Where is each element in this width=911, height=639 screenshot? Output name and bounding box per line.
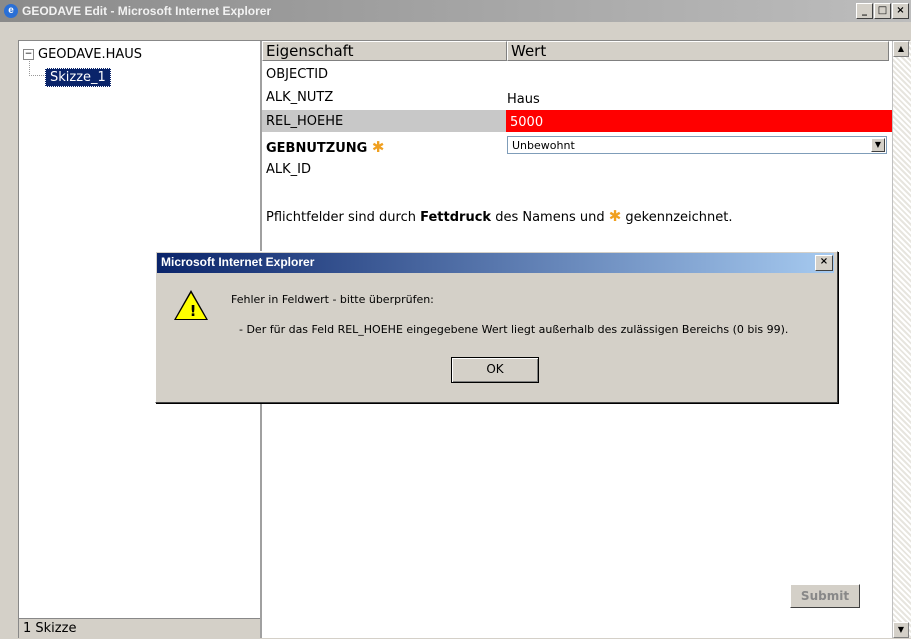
tree-root[interactable]: − GEODAVE.HAUS [23, 47, 142, 62]
tree-root-label: GEODAVE.HAUS [38, 47, 143, 62]
field-name-required: GEBNUTZUNG ✱ [266, 138, 385, 156]
tree-item-skizze[interactable]: Skizze_1 [45, 68, 111, 87]
ok-button[interactable]: OK [451, 357, 539, 383]
scroll-down-icon[interactable]: ▼ [893, 622, 909, 638]
collapse-icon[interactable]: − [23, 49, 34, 60]
dialog-close-button[interactable]: × [815, 255, 833, 271]
scroll-up-icon[interactable]: ▲ [893, 41, 909, 57]
status-bar: 1 Skizze [19, 618, 260, 638]
field-value[interactable]: Haus [507, 92, 540, 107]
required-note: Pflichtfelder sind durch Fettdruck des N… [266, 207, 733, 225]
field-name: OBJECTID [266, 67, 329, 82]
close-button[interactable]: × [892, 3, 909, 19]
required-star-icon: ✱ [371, 138, 385, 156]
submit-button[interactable]: Submit [790, 584, 860, 608]
field-name: ALK_ID [266, 162, 312, 177]
maximize-button[interactable]: □ [874, 3, 891, 19]
dialog-message-detail: - Der für das Feld REL_HOEHE eingegebene… [239, 323, 789, 336]
minimize-button[interactable]: _ [856, 3, 873, 19]
header-property[interactable]: Eigenschaft [262, 41, 507, 61]
header-value[interactable]: Wert [507, 41, 889, 61]
table-row: ALK_ID [262, 158, 892, 180]
table-row: OBJECTID [262, 63, 892, 85]
window-titlebar: e GEODAVE Edit - Microsoft Internet Expl… [0, 0, 911, 22]
table-row: 5000 [262, 110, 892, 132]
error-value-field[interactable]: 5000 [506, 110, 892, 132]
alert-dialog: Microsoft Internet Explorer × ! Fehler i… [155, 251, 838, 403]
dialog-message: Fehler in Feldwert - bitte überprüfen: [231, 293, 434, 306]
dropdown-arrow-icon[interactable]: ▼ [871, 138, 885, 152]
dialog-title: Microsoft Internet Explorer [157, 253, 834, 273]
table-row: GEBNUTZUNG ✱ Unbewohnt ▼ [262, 134, 892, 156]
select-value: Unbewohnt [512, 139, 575, 152]
scrollbar[interactable]: ▲ ▼ [892, 41, 911, 638]
usage-select[interactable]: Unbewohnt ▼ [507, 136, 887, 154]
ie-icon: e [4, 4, 18, 18]
field-name: ALK_NUTZ [266, 90, 334, 105]
required-star-icon: ✱ [608, 207, 622, 225]
warning-icon-mark: ! [189, 302, 197, 320]
window-title: GEODAVE Edit - Microsoft Internet Explor… [22, 4, 272, 18]
table-row: ALK_NUTZ Haus [262, 86, 892, 108]
